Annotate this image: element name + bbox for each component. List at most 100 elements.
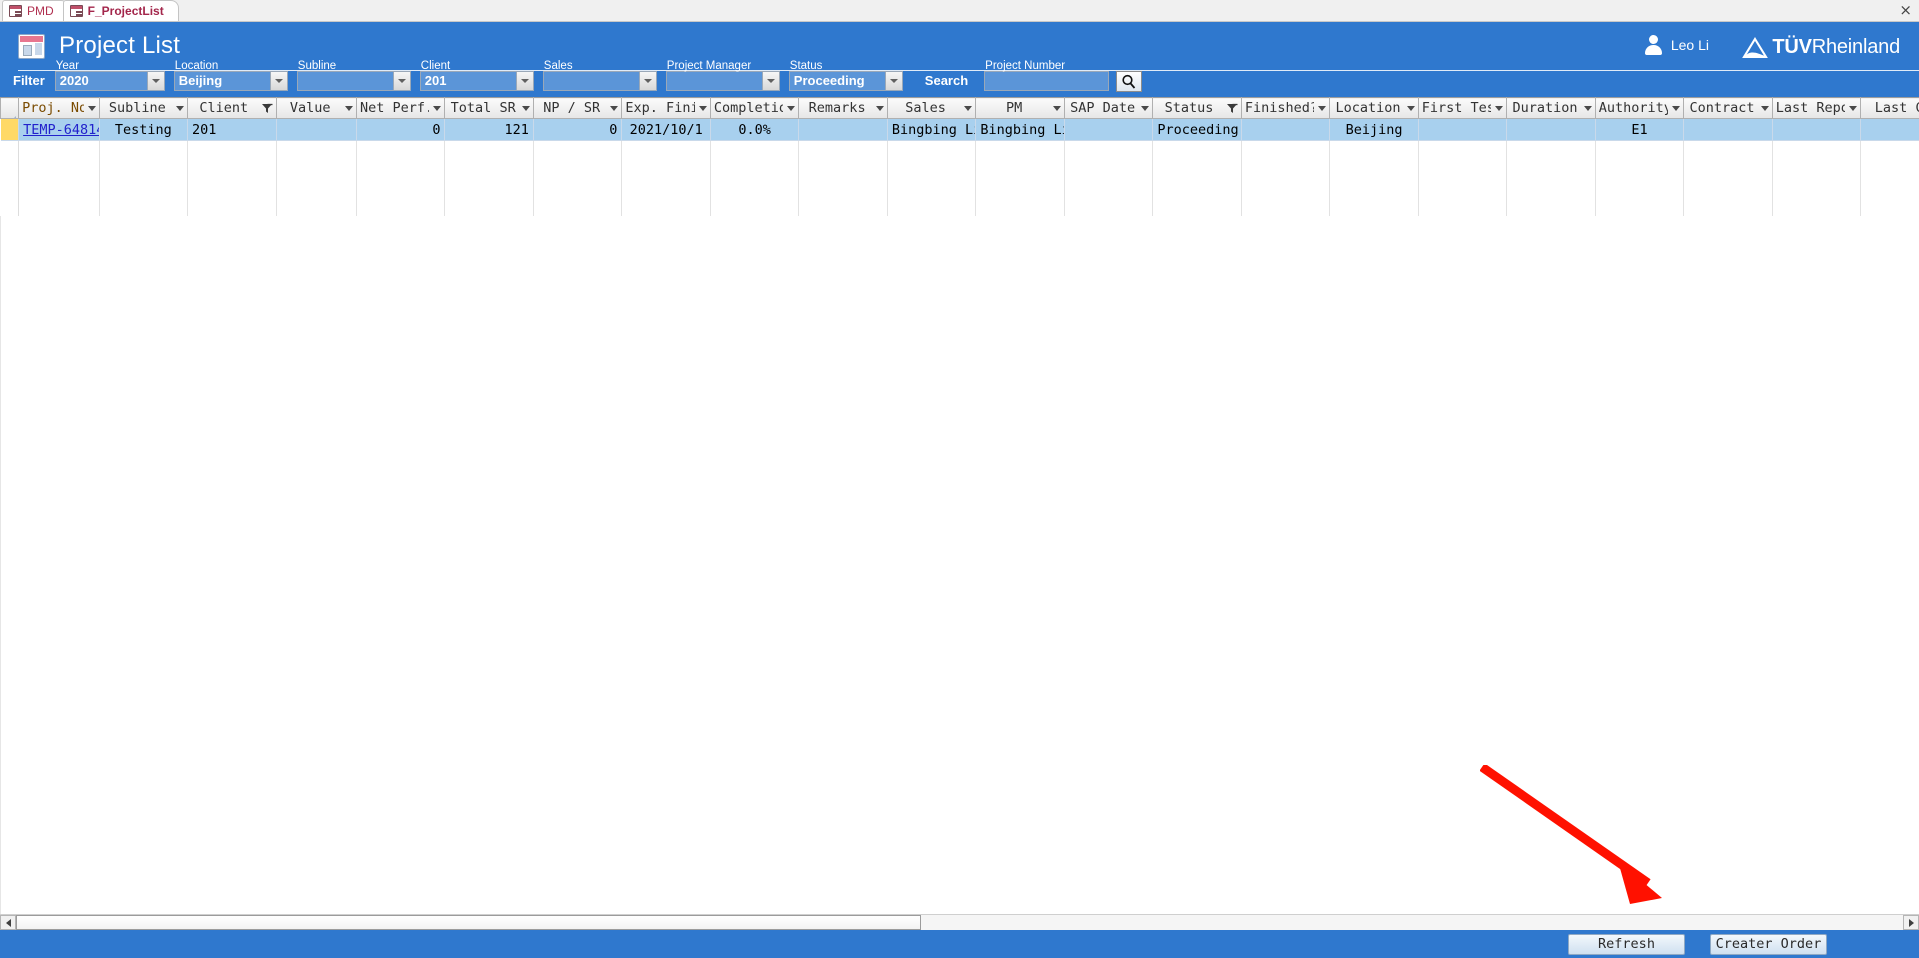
cell-duration[interactable] xyxy=(1506,118,1596,141)
empty-cell[interactable] xyxy=(1506,140,1596,163)
empty-cell[interactable] xyxy=(356,140,446,163)
chevron-down-icon[interactable] xyxy=(1760,105,1769,111)
empty-cell[interactable] xyxy=(1595,162,1685,185)
empty-cell[interactable] xyxy=(276,184,357,207)
empty-cell[interactable] xyxy=(1152,140,1242,163)
empty-cell[interactable] xyxy=(187,140,277,163)
chevron-down-icon[interactable] xyxy=(761,72,779,90)
chevron-down-icon[interactable] xyxy=(884,72,902,90)
cell-pm[interactable]: Bingbing Li xyxy=(975,118,1065,141)
empty-cell[interactable] xyxy=(621,162,711,185)
cell-status[interactable]: Proceeding xyxy=(1152,118,1242,141)
empty-cell[interactable] xyxy=(444,162,534,185)
chevron-down-icon[interactable] xyxy=(515,72,533,90)
column-header-last_c[interactable]: Last C xyxy=(1860,97,1919,119)
empty-cell[interactable] xyxy=(533,184,623,207)
row-selector[interactable] xyxy=(0,140,20,163)
chevron-down-icon[interactable] xyxy=(638,72,656,90)
column-header-sales[interactable]: Sales xyxy=(886,97,977,119)
empty-cell[interactable] xyxy=(975,162,1065,185)
cell-last_report[interactable] xyxy=(1772,118,1862,141)
empty-cell[interactable] xyxy=(356,184,446,207)
cell-value[interactable] xyxy=(276,118,357,141)
chevron-down-icon[interactable] xyxy=(433,105,442,111)
empty-cell[interactable] xyxy=(975,140,1065,163)
chevron-down-icon[interactable] xyxy=(1672,105,1681,111)
cell-last_c[interactable] xyxy=(1860,118,1919,141)
empty-cell[interactable] xyxy=(1418,184,1508,207)
empty-cell[interactable] xyxy=(187,184,277,207)
cell-finished[interactable] xyxy=(1241,118,1331,141)
chevron-down-icon[interactable] xyxy=(1583,105,1592,111)
arrow-left-icon[interactable] xyxy=(0,915,16,930)
tab-pmd[interactable]: PMD xyxy=(2,0,69,21)
empty-cell[interactable] xyxy=(1506,162,1596,185)
cell-contract[interactable] xyxy=(1683,118,1773,141)
grid-select-all-corner[interactable] xyxy=(0,97,20,119)
column-header-authority[interactable]: Authority xyxy=(1594,97,1685,119)
scrollbar-thumb[interactable] xyxy=(16,915,921,930)
chevron-down-icon[interactable] xyxy=(87,105,96,111)
empty-cell[interactable] xyxy=(710,140,800,163)
empty-cell[interactable] xyxy=(710,162,800,185)
column-header-np_sr[interactable]: NP / SR xyxy=(532,97,623,119)
column-header-pm[interactable]: PM xyxy=(975,97,1065,119)
create-order-button[interactable]: Creater Order xyxy=(1710,933,1827,955)
empty-cell[interactable] xyxy=(1860,162,1919,185)
cell-completion[interactable]: 0.0% xyxy=(710,118,800,141)
empty-cell[interactable] xyxy=(533,162,623,185)
row-selector[interactable] xyxy=(0,162,20,185)
empty-cell[interactable] xyxy=(276,140,357,163)
cell-first_test[interactable] xyxy=(1418,118,1508,141)
chevron-down-icon[interactable] xyxy=(176,105,185,111)
chevron-down-icon[interactable] xyxy=(392,72,410,90)
empty-cell[interactable] xyxy=(1418,162,1508,185)
column-header-net_perf[interactable]: Net Perf. xyxy=(355,97,446,119)
empty-cell[interactable] xyxy=(1329,162,1419,185)
column-header-client[interactable]: Client xyxy=(187,97,277,119)
empty-cell[interactable] xyxy=(1064,162,1154,185)
column-header-completion[interactable]: Completion xyxy=(709,97,800,119)
empty-cell[interactable] xyxy=(798,162,888,185)
empty-cell[interactable] xyxy=(798,140,888,163)
empty-cell[interactable] xyxy=(621,140,711,163)
empty-cell[interactable] xyxy=(798,184,888,207)
empty-cell[interactable] xyxy=(99,162,189,185)
row-selector[interactable] xyxy=(0,184,20,207)
empty-row[interactable] xyxy=(0,184,1919,207)
year-combo[interactable]: 2020 xyxy=(54,71,165,91)
empty-row[interactable] xyxy=(0,140,1919,163)
empty-cell[interactable] xyxy=(1860,140,1919,163)
chevron-down-icon[interactable] xyxy=(610,105,619,111)
empty-cell[interactable] xyxy=(1064,140,1154,163)
empty-cell[interactable] xyxy=(1064,184,1154,207)
column-header-subline[interactable]: Subline xyxy=(98,97,189,119)
tab-f-projectlist[interactable]: F_ProjectList xyxy=(62,0,179,21)
cell-total_sr[interactable]: 121 xyxy=(444,118,534,141)
chevron-down-icon[interactable] xyxy=(964,105,973,111)
column-header-first_test[interactable]: First Test xyxy=(1417,97,1508,119)
column-header-location[interactable]: Location xyxy=(1329,97,1419,119)
search-button[interactable] xyxy=(1116,71,1143,92)
empty-cell[interactable] xyxy=(99,140,189,163)
empty-cell[interactable] xyxy=(1241,162,1331,185)
empty-cell[interactable] xyxy=(1329,184,1419,207)
empty-cell[interactable] xyxy=(18,184,100,207)
empty-cell[interactable] xyxy=(1683,162,1773,185)
empty-cell[interactable] xyxy=(18,162,100,185)
chevron-down-icon[interactable] xyxy=(875,105,884,111)
empty-cell[interactable] xyxy=(1772,162,1862,185)
column-header-duration[interactable]: Duration xyxy=(1506,97,1596,119)
column-header-proj_no[interactable]: Proj. No. xyxy=(18,97,100,119)
column-header-contract[interactable]: Contract xyxy=(1683,97,1773,119)
column-header-remarks[interactable]: Remarks xyxy=(798,97,888,119)
empty-cell[interactable] xyxy=(1506,184,1596,207)
empty-cell[interactable] xyxy=(533,140,623,163)
empty-cell[interactable] xyxy=(99,184,189,207)
chevron-down-icon[interactable] xyxy=(787,105,796,111)
empty-cell[interactable] xyxy=(887,162,977,185)
sort-filter-icon[interactable] xyxy=(261,103,273,114)
table-row[interactable]: TEMP-648148Testing201012102021/10/10.0%B… xyxy=(0,118,1919,141)
subline-combo[interactable] xyxy=(296,71,411,91)
chevron-down-icon[interactable] xyxy=(1141,105,1150,111)
